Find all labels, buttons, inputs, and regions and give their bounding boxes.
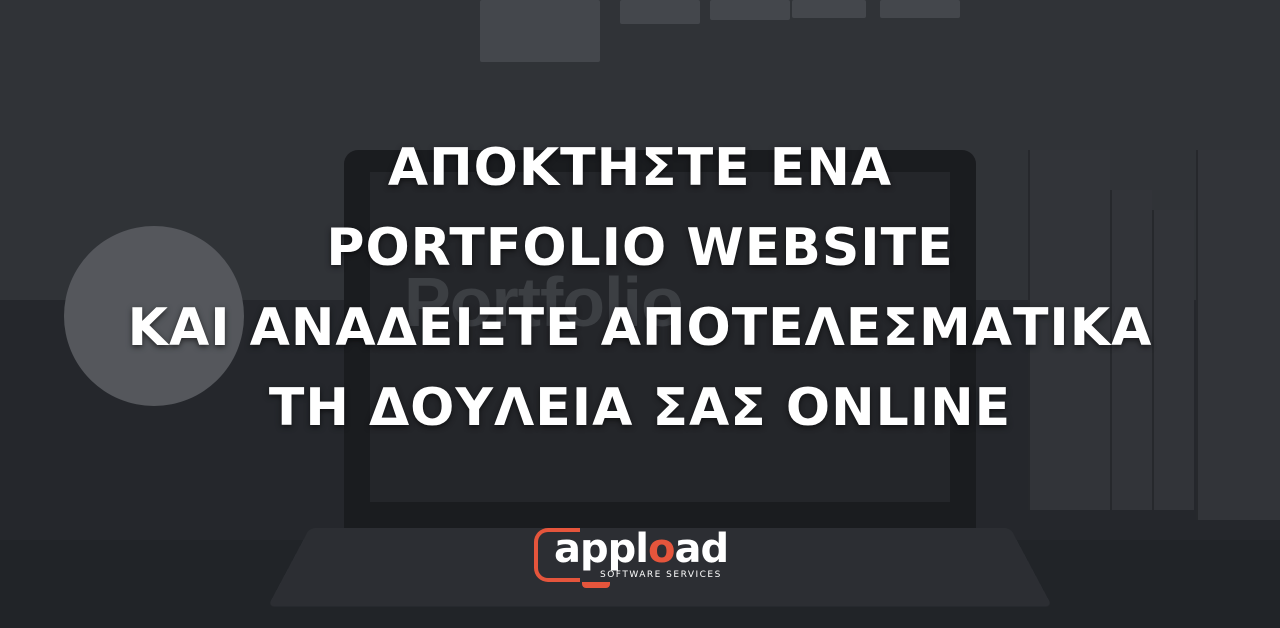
logo-wordmark: appload [554,526,729,572]
headline: ΑΠΟΚΤΗΣΤΕ ΕΝΑ PORTFOLIO WEBSITE ΚΑΙ ΑΝΑΔ… [0,128,1280,448]
headline-line-1: ΑΠΟΚΤΗΣΤΕ ΕΝΑ [387,138,893,198]
headline-line-2: PORTFOLIO WEBSITE [326,218,954,278]
appload-logo: appload SOFTWARE SERVICES [534,526,754,590]
headline-line-4: ΤΗ ΔΟΥΛΕΙΑ ΣΑΣ ONLINE [268,378,1012,438]
logo-monitor-stand [582,582,610,588]
logo-word-o: o [647,526,676,572]
headline-line-3: ΚΑΙ ΑΝΑΔΕΙΞΤΕ ΑΠΟΤΕΛΕΣΜΑΤΙΚΑ [127,298,1153,358]
logo-word-start: appl [554,526,649,572]
logo-subtitle: SOFTWARE SERVICES [600,570,722,580]
logo-word-end: ad [674,526,729,572]
